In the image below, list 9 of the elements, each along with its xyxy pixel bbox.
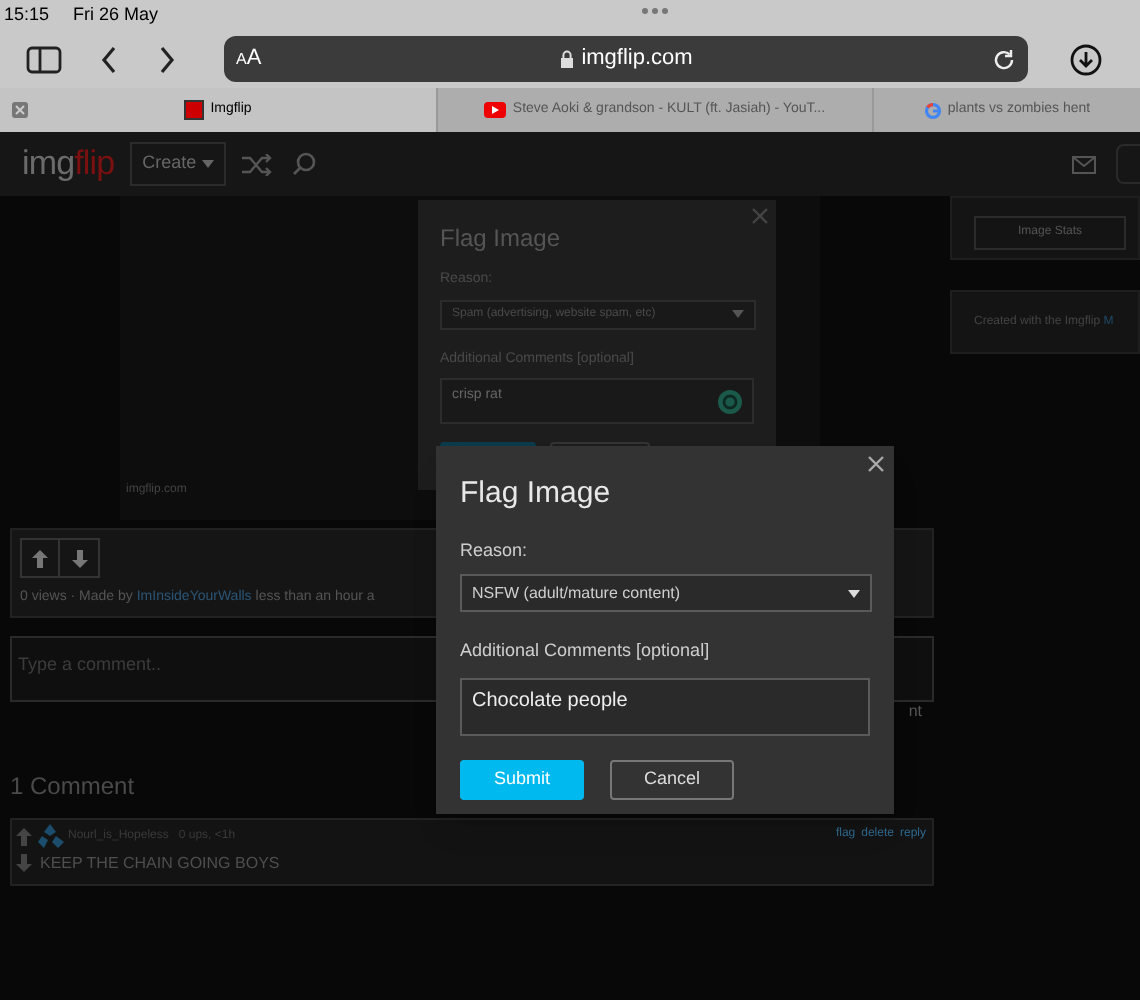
dialog-title: Flag Image xyxy=(440,222,563,256)
comments-label: Additional Comments [optional] xyxy=(460,638,712,664)
status-date: Fri 26 May xyxy=(73,2,159,28)
comments-heading: 1 Comment xyxy=(10,770,135,804)
url-text: imgflip.com xyxy=(581,44,693,75)
comment-text: KEEP THE CHAIN GOING BOYS xyxy=(40,852,280,876)
dialog-title: Flag Image xyxy=(460,474,613,514)
reason-label: Reason: xyxy=(460,537,530,563)
status-time: 15:15 xyxy=(4,2,50,28)
